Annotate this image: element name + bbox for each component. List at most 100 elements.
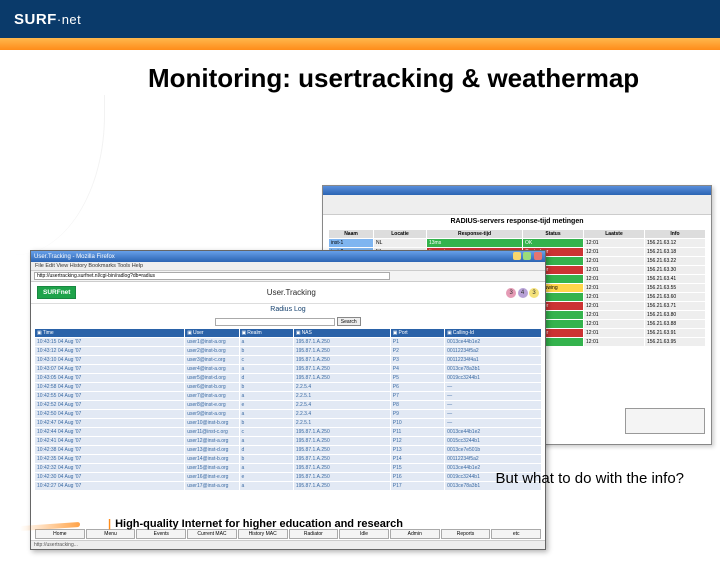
log-row: 10:42:47 04 Aug '07user10@inst-b.orgb2.2… xyxy=(35,419,541,427)
log-row: 10:42:58 04 Aug '07user6@inst-b.orgb2.2.… xyxy=(35,383,541,391)
window-controls xyxy=(512,252,542,262)
footer-bar-icon: | xyxy=(108,518,111,530)
log-row: 10:42:30 04 Aug '07user16@inst-e.orge195… xyxy=(35,473,541,481)
radius-col-header: Info xyxy=(645,230,705,238)
log-cell: a xyxy=(240,482,293,490)
log-cell: P10 xyxy=(391,419,444,427)
log-cell: 195.87.1.A.250 xyxy=(294,347,390,355)
radius-cell: 156.21.63.80 xyxy=(645,311,705,319)
log-cell: P6 xyxy=(391,383,444,391)
log-cell: 0015cc3244b1 xyxy=(445,437,541,445)
log-col-header[interactable]: Realm xyxy=(240,329,293,337)
log-cell: 10:43:05 04 Aug '07 xyxy=(35,374,184,382)
radius-cell: 156.21.63.88 xyxy=(645,320,705,328)
url-field[interactable]: http://usertracking.surfnet.nl/cgi-bin/r… xyxy=(34,272,390,280)
menu-bar[interactable]: File Edit View History Bookmarks Tools H… xyxy=(31,262,545,271)
log-cell: P17 xyxy=(391,482,444,490)
log-cell: 00112234f5a2 xyxy=(445,347,541,355)
log-cell: — xyxy=(445,419,541,427)
nav-button[interactable]: Idle xyxy=(339,529,389,539)
log-row: 10:43:15 04 Aug '07user1@inst-a.orga195.… xyxy=(35,338,541,346)
log-cell: b xyxy=(240,347,293,355)
nav-button[interactable]: Current MAC xyxy=(187,529,237,539)
log-cell: 2.2.5.4 xyxy=(294,401,390,409)
log-cell: P8 xyxy=(391,401,444,409)
radius-log: TimeUserRealmNASPortCalling-Id 10:43:15 … xyxy=(31,328,545,491)
page-header: SURFnet User.Tracking 3 4 3 xyxy=(31,282,545,304)
logo-suffix: ·net xyxy=(57,12,81,27)
radius-cell: 12:01 xyxy=(584,329,644,337)
log-cell: 2.2.5.1 xyxy=(294,419,390,427)
search-bar: Search xyxy=(31,315,545,328)
nav-button[interactable]: Reports xyxy=(441,529,491,539)
nav-button[interactable]: Events xyxy=(136,529,186,539)
log-cell: P14 xyxy=(391,455,444,463)
radius-cell: 12:01 xyxy=(584,320,644,328)
nav-button[interactable]: Admin xyxy=(390,529,440,539)
log-cell: 0013ce44b1e2 xyxy=(445,338,541,346)
window-titlebar[interactable]: User.Tracking - Mozilla Firefox xyxy=(31,251,545,262)
log-cell: 2.2.5.1 xyxy=(294,392,390,400)
log-cell: b xyxy=(240,455,293,463)
log-cell: 195.87.1.A.250 xyxy=(294,365,390,373)
accent-stripe xyxy=(0,38,720,50)
log-cell: P9 xyxy=(391,410,444,418)
status-dots: 3 4 3 xyxy=(506,288,539,298)
log-row: 10:42:55 04 Aug '07user7@inst-a.orga2.2.… xyxy=(35,392,541,400)
log-row: 10:43:07 04 Aug '07user4@inst-a.orga195.… xyxy=(35,365,541,373)
log-cell: c xyxy=(240,428,293,436)
slide-question: But what to do with the info? xyxy=(496,470,684,487)
log-cell: 00112234f4a1 xyxy=(445,356,541,364)
log-cell: e xyxy=(240,473,293,481)
footer-tagline: |High-quality Internet for higher educat… xyxy=(108,518,403,530)
footer-swoosh-icon xyxy=(20,516,90,534)
dot-3: 3 xyxy=(529,288,539,298)
log-col-header[interactable]: Port xyxy=(391,329,444,337)
log-cell: user7@inst-a.org xyxy=(185,392,238,400)
nav-button[interactable]: History MAC xyxy=(238,529,288,539)
radius-cell: 12:01 xyxy=(584,284,644,292)
log-cell: user9@inst-a.org xyxy=(185,410,238,418)
log-cell: d xyxy=(240,374,293,382)
log-cell: P12 xyxy=(391,437,444,445)
maximize-icon[interactable] xyxy=(523,252,531,260)
log-row: 10:42:27 04 Aug '07user17@inst-a.orga195… xyxy=(35,482,541,490)
log-cell: 10:42:50 04 Aug '07 xyxy=(35,410,184,418)
log-row: 10:43:10 04 Aug '07user3@inst-c.orgc195.… xyxy=(35,356,541,364)
nav-button[interactable]: etc xyxy=(491,529,541,539)
log-cell: 10:43:07 04 Aug '07 xyxy=(35,365,184,373)
log-col-header[interactable]: User xyxy=(185,329,238,337)
log-cell: — xyxy=(445,392,541,400)
log-cell: e xyxy=(240,401,293,409)
log-cell: 00112234f5a2 xyxy=(445,455,541,463)
minimize-icon[interactable] xyxy=(513,252,521,260)
log-cell: 195.87.1.A.250 xyxy=(294,464,390,472)
radius-cell: 12:01 xyxy=(584,257,644,265)
nav-button[interactable]: Menu xyxy=(86,529,136,539)
log-cell: 10:43:10 04 Aug '07 xyxy=(35,356,184,364)
log-col-header[interactable]: Calling-Id xyxy=(445,329,541,337)
log-cell: user13@inst-d.org xyxy=(185,446,238,454)
radius-col-header: Locatie xyxy=(374,230,426,238)
log-cell: b xyxy=(240,383,293,391)
close-icon[interactable] xyxy=(534,252,542,260)
log-row: 10:42:38 04 Aug '07user13@inst-d.orgd195… xyxy=(35,446,541,454)
search-input[interactable] xyxy=(215,318,335,326)
log-cell: — xyxy=(445,383,541,391)
log-cell: a xyxy=(240,365,293,373)
log-cell: user16@inst-e.org xyxy=(185,473,238,481)
log-col-header[interactable]: NAS xyxy=(294,329,390,337)
log-cell: a xyxy=(240,464,293,472)
nav-button[interactable]: Radiator xyxy=(289,529,339,539)
log-cell: user12@inst-a.org xyxy=(185,437,238,445)
log-cell: P15 xyxy=(391,464,444,472)
radius-col-header: Naam xyxy=(329,230,373,238)
window-title: User.Tracking - Mozilla Firefox xyxy=(34,254,115,260)
log-col-header[interactable]: Time xyxy=(35,329,184,337)
log-cell: user2@inst-b.org xyxy=(185,347,238,355)
log-cell: 195.87.1.A.250 xyxy=(294,356,390,364)
usertracking-window: User.Tracking - Mozilla Firefox File Edi… xyxy=(30,250,546,550)
log-cell: user5@inst-d.org xyxy=(185,374,238,382)
search-button[interactable]: Search xyxy=(337,317,361,326)
log-row: 10:42:41 04 Aug '07user12@inst-a.orga195… xyxy=(35,437,541,445)
